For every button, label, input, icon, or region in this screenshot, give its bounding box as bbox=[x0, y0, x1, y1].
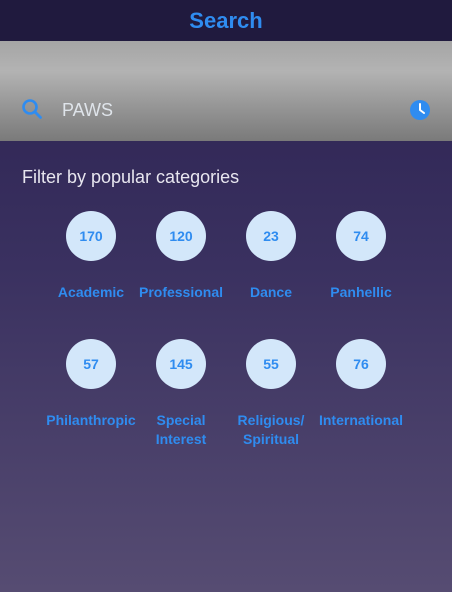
category-philanthropic[interactable]: 57 Philanthropic bbox=[41, 339, 141, 430]
search-bar bbox=[0, 41, 452, 141]
category-academic[interactable]: 170 Academic bbox=[41, 211, 141, 302]
category-label: Professional bbox=[138, 284, 224, 300]
filter-heading: Filter by popular categories bbox=[22, 167, 240, 187]
category-special-interest[interactable]: 145 Special Interest bbox=[131, 339, 231, 449]
category-count-badge: 76 bbox=[336, 339, 386, 389]
category-dance[interactable]: 23 Dance bbox=[221, 211, 321, 302]
category-religious-spiritual[interactable]: 55 Religious/ Spiritual bbox=[221, 339, 321, 449]
category-count-badge: 145 bbox=[156, 339, 206, 389]
search-input[interactable] bbox=[62, 96, 362, 124]
category-international[interactable]: 76 International bbox=[311, 339, 411, 430]
category-label: International bbox=[318, 412, 403, 428]
category-count-badge: 74 bbox=[336, 211, 386, 261]
category-count-badge: 55 bbox=[246, 339, 296, 389]
category-count-badge: 120 bbox=[156, 211, 206, 261]
app-header: Search bbox=[0, 0, 452, 41]
category-count-badge: 57 bbox=[66, 339, 116, 389]
category-label: Philanthropic bbox=[46, 412, 136, 428]
category-count-badge: 170 bbox=[66, 211, 116, 261]
category-label: Panhellic bbox=[330, 284, 392, 300]
category-panhellic[interactable]: 74 Panhellic bbox=[311, 211, 411, 302]
page-title: Search bbox=[189, 7, 263, 33]
category-count-badge: 23 bbox=[246, 211, 296, 261]
search-icon[interactable] bbox=[21, 98, 43, 120]
clock-icon[interactable] bbox=[409, 99, 431, 121]
category-label: Academic bbox=[57, 284, 125, 300]
category-label: Special Interest bbox=[155, 412, 207, 447]
category-label: Dance bbox=[249, 284, 293, 300]
category-professional[interactable]: 120 Professional bbox=[131, 211, 231, 302]
category-label: Religious/ Spiritual bbox=[237, 412, 305, 447]
